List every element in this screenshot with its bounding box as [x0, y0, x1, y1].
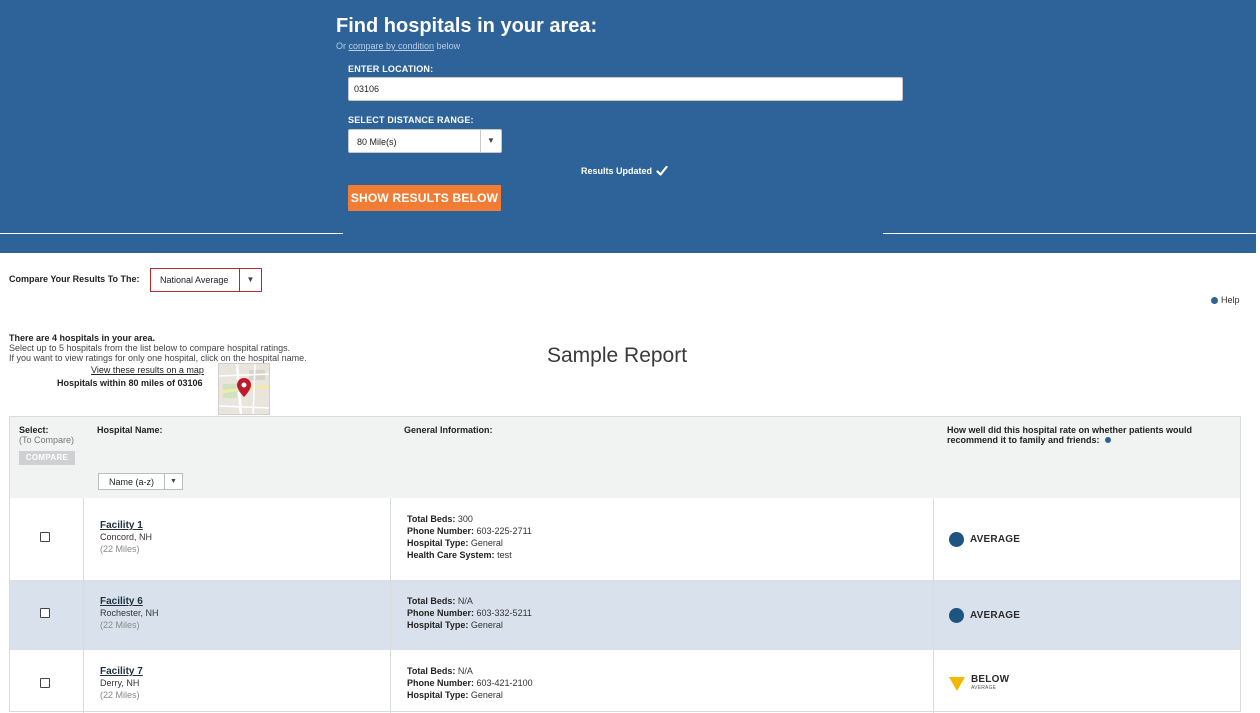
rating-badge: AVERAGE	[949, 608, 1020, 623]
select-checkbox[interactable]	[40, 532, 50, 542]
divider	[933, 650, 934, 713]
rating-label: AVERAGE	[970, 610, 1021, 621]
chevron-down-icon: ▼	[239, 269, 261, 291]
hospital-count-text: There are 4 hospitals in your area.	[9, 333, 156, 343]
table-row: Facility 1 Concord, NH (22 Miles) Total …	[10, 498, 1240, 580]
divider	[390, 498, 391, 580]
facility-distance: (22 Miles)	[100, 544, 140, 554]
divider	[83, 650, 84, 713]
facility-city: Rochester, NH	[100, 608, 159, 618]
divider	[83, 498, 84, 580]
col-rating-header: How well did this hospital rate on wheth…	[947, 425, 1193, 445]
rating-label: BELOW	[971, 674, 1010, 685]
sort-select[interactable]: Name (a-z) ▼	[98, 473, 183, 490]
facility-name-link[interactable]: Facility 7	[100, 666, 143, 677]
divider	[933, 580, 934, 650]
facility-distance: (22 Miles)	[100, 690, 140, 700]
table-row: Facility 6 Rochester, NH (22 Miles) Tota…	[10, 580, 1240, 650]
divider	[390, 580, 391, 650]
divider	[883, 233, 1256, 234]
help-link[interactable]: Help	[1211, 295, 1240, 305]
divider	[390, 650, 391, 713]
select-checkbox[interactable]	[40, 678, 50, 688]
compare-label: Compare Your Results To The:	[9, 274, 140, 284]
hospital-table: Select: (To Compare) COMPARE Hospital Na…	[9, 416, 1241, 713]
compare-select[interactable]: National Average ▼	[150, 268, 262, 292]
chevron-down-icon: ▼	[480, 130, 501, 152]
check-icon	[656, 165, 668, 176]
location-label: ENTER LOCATION:	[348, 64, 434, 74]
rating-badge: AVERAGE	[949, 532, 1020, 547]
page-subtitle: Or compare by condition below	[336, 41, 461, 51]
facility-name-link[interactable]: Facility 1	[100, 520, 143, 531]
page-title: Find hospitals in your area:	[336, 15, 598, 37]
location-input[interactable]	[348, 77, 903, 101]
distance-select[interactable]: 80 Mile(s) ▼	[348, 129, 502, 153]
table-header: Select: (To Compare) COMPARE Hospital Na…	[10, 417, 1240, 498]
info-icon[interactable]	[1105, 437, 1112, 443]
rating-badge: BELOW AVERAGE	[949, 675, 1009, 693]
facility-name-link[interactable]: Facility 6	[100, 596, 143, 607]
col-select-header: Select:	[19, 425, 49, 435]
divider	[933, 498, 934, 580]
instruction-text: If you want to view ratings for only one…	[9, 353, 307, 363]
table-row: Facility 7 Derry, NH (22 Miles) Total Be…	[10, 650, 1240, 713]
compare-button[interactable]: COMPARE	[19, 451, 75, 465]
average-dot-icon	[949, 532, 964, 547]
facility-city: Concord, NH	[100, 532, 153, 542]
compare-value: National Average	[160, 275, 229, 285]
col-name-header: Hospital Name:	[97, 425, 163, 435]
rating-sublabel: AVERAGE	[971, 685, 997, 691]
sort-value: Name (a-z)	[109, 477, 155, 487]
facility-distance: (22 Miles)	[100, 620, 140, 630]
col-info-header: General Information:	[404, 425, 493, 435]
view-map-link[interactable]: View these results on a map	[91, 365, 204, 375]
info-icon	[1211, 296, 1218, 304]
divider	[0, 233, 343, 234]
col-select-subheader: (To Compare)	[19, 435, 75, 445]
general-info: Total Beds: N/A Phone Number: 603-421-21…	[407, 666, 533, 700]
facility-city: Derry, NH	[100, 678, 140, 688]
divider	[83, 580, 84, 650]
map-graphic	[219, 364, 269, 414]
rating-label: AVERAGE	[970, 534, 1021, 545]
average-dot-icon	[949, 608, 964, 623]
search-header: Find hospitals in your area: Or compare …	[0, 0, 1256, 253]
instruction-text: Select up to 5 hospitals from the list b…	[9, 343, 291, 353]
distance-label: SELECT DISTANCE RANGE:	[348, 115, 474, 125]
select-checkbox[interactable]	[40, 608, 50, 618]
general-info: Total Beds: N/A Phone Number: 603-332-52…	[407, 596, 532, 630]
chevron-down-icon: ▼	[164, 474, 182, 489]
results-updated-status: Results Updated	[581, 165, 668, 177]
compare-by-condition-link[interactable]: compare by condition	[349, 41, 435, 51]
below-triangle-icon	[949, 677, 965, 691]
hospitals-within-text: Hospitals within 80 miles of 03106	[57, 378, 203, 388]
show-results-button[interactable]: SHOW RESULTS BELOW	[348, 185, 501, 211]
sample-report-label: Sample Report	[547, 344, 688, 367]
distance-value: 80 Mile(s)	[357, 137, 397, 147]
map-thumbnail[interactable]	[218, 363, 270, 415]
general-info: Total Beds: 300 Phone Number: 603-225-27…	[407, 514, 532, 560]
